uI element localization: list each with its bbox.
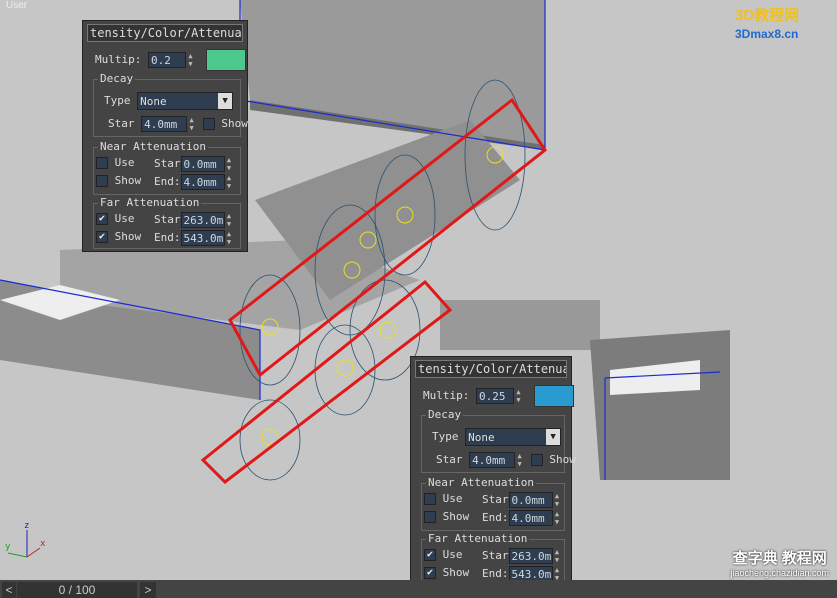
color-swatch[interactable] — [533, 385, 574, 407]
near-label: Near Attenuation — [426, 476, 536, 489]
far-use-checkbox[interactable]: ✔ — [96, 213, 108, 225]
decay-label: Decay — [426, 408, 464, 421]
frame-counter[interactable]: 0 / 100 — [17, 582, 137, 598]
spinner[interactable]: ▲ ▼ — [553, 492, 562, 508]
decay-show-checkbox[interactable] — [530, 454, 543, 466]
decay-label: Decay — [98, 72, 136, 85]
spinner[interactable]: ▲ ▼ — [225, 212, 234, 228]
rollout-title[interactable]: tensity/Color/Attenuati — [415, 360, 567, 378]
show-label: Show — [442, 566, 470, 579]
show-label: Show — [221, 117, 248, 130]
multiplier-label: Multip: — [423, 389, 470, 402]
far-start-input[interactable]: 263.0m — [508, 548, 553, 564]
far-attenuation-group: Far Attenuation ✔ Use Star 263.0m ▲ ▼ ✔ Sho… — [93, 196, 241, 249]
axis-gizmo: z y x — [5, 521, 46, 558]
color-swatch[interactable] — [205, 49, 246, 71]
multiplier-label: Multip: — [95, 53, 142, 66]
far-attenuation-group: Far Attenuation ✔ Use Star 263.0m ▲ ▼ ✔ Sho… — [421, 532, 565, 585]
near-show-checkbox[interactable] — [424, 511, 436, 523]
prev-frame-button[interactable]: < — [2, 582, 16, 598]
watermark: 查字典 教程网 jiaocheng.chazidian.com — [730, 550, 829, 578]
near-use-checkbox[interactable] — [424, 493, 436, 505]
spinner[interactable]: ▲ ▼ — [225, 230, 234, 246]
start-label: Star — [154, 213, 181, 226]
axis-y: y — [5, 542, 11, 552]
near-start-input[interactable]: 0.0mm — [180, 156, 225, 172]
use-label: Use — [114, 156, 135, 169]
start-label: Star — [436, 453, 463, 466]
rollout-title[interactable]: tensity/Color/Attenuati — [87, 24, 243, 42]
spinner[interactable]: ▲ ▼ — [225, 156, 234, 172]
end-label: End: — [154, 231, 181, 244]
decay-group: Decay Type None ▼ Star 4.0mm ▲ ▼ Show — [93, 72, 248, 137]
near-attenuation-group: Near Attenuation Use Star 0.0mm ▲ ▼ Show En… — [93, 140, 241, 195]
time-slider[interactable]: < 0 / 100 > — [0, 580, 837, 598]
show-label: Show — [549, 453, 576, 466]
far-start-input[interactable]: 263.0m — [180, 212, 225, 228]
end-label: End: — [154, 175, 181, 188]
spinner[interactable]: ▲ ▼ — [187, 116, 196, 132]
far-show-checkbox[interactable]: ✔ — [424, 567, 436, 579]
start-label: Star — [154, 157, 181, 170]
start-label: Star — [108, 117, 135, 130]
spinner[interactable]: ▲ ▼ — [515, 452, 524, 468]
spinner[interactable]: ▲ ▼ — [514, 388, 523, 404]
decay-type-dropdown[interactable]: None ▼ — [465, 428, 562, 446]
decay-show-checkbox[interactable] — [202, 118, 215, 130]
far-label: Far Attenuation — [426, 532, 530, 545]
near-label: Near Attenuation — [98, 140, 208, 153]
axis-z: z — [24, 521, 29, 531]
near-show-checkbox[interactable] — [96, 175, 108, 187]
next-frame-button[interactable]: > — [140, 582, 156, 598]
spinner[interactable]: ▲ ▼ — [225, 174, 234, 190]
far-use-checkbox[interactable]: ✔ — [424, 549, 436, 561]
far-end-input[interactable]: 543.0m — [180, 230, 225, 246]
decay-start-input[interactable]: 4.0mm — [469, 452, 516, 468]
attenuation-panel-1: tensity/Color/Attenuati Multip: 0.2 ▲ ▼ De… — [82, 20, 248, 252]
end-label: End: — [482, 511, 509, 524]
decay-type-dropdown[interactable]: None ▼ — [137, 92, 234, 110]
near-end-input[interactable]: 4.0mm — [508, 510, 553, 526]
viewport-label[interactable]: User — [6, 0, 27, 11]
spinner[interactable]: ▲ ▼ — [553, 548, 562, 564]
spinner[interactable]: ▲ ▼ — [553, 510, 562, 526]
type-label: Type — [104, 94, 131, 107]
use-label: Use — [442, 492, 463, 505]
near-end-input[interactable]: 4.0mm — [180, 174, 225, 190]
chevron-down-icon[interactable]: ▼ — [218, 93, 233, 109]
chevron-down-icon[interactable]: ▼ — [546, 429, 561, 445]
use-label: Use — [114, 212, 135, 225]
near-attenuation-group: Near Attenuation Use Star 0.0mm ▲ ▼ Show En… — [421, 476, 565, 531]
multiplier-input[interactable]: 0.25 — [475, 388, 514, 404]
axis-x: x — [40, 539, 46, 549]
show-label: Show — [114, 230, 142, 243]
start-label: Star — [482, 493, 509, 506]
far-show-checkbox[interactable]: ✔ — [96, 231, 108, 243]
decay-group: Decay Type None ▼ Star 4.0mm ▲ ▼ Show — [421, 408, 576, 473]
use-label: Use — [442, 548, 463, 561]
site-logo: 3D教程网 3Dmax8.cn — [735, 7, 800, 41]
attenuation-panel-2: tensity/Color/Attenuati Multip: 0.25▲▼ D… — [410, 356, 576, 586]
near-use-checkbox[interactable] — [96, 157, 108, 169]
spinner[interactable]: ▲ ▼ — [186, 52, 195, 68]
type-label: Type — [432, 430, 459, 443]
start-label: Star — [482, 549, 509, 562]
end-label: End: — [482, 567, 509, 580]
show-label: Show — [442, 510, 470, 523]
show-label: Show — [114, 174, 142, 187]
decay-start-input[interactable]: 4.0mm — [141, 116, 188, 132]
near-start-input[interactable]: 0.0mm — [508, 492, 553, 508]
far-label: Far Attenuation — [98, 196, 202, 209]
multiplier-input[interactable]: 0.2 — [147, 52, 186, 68]
